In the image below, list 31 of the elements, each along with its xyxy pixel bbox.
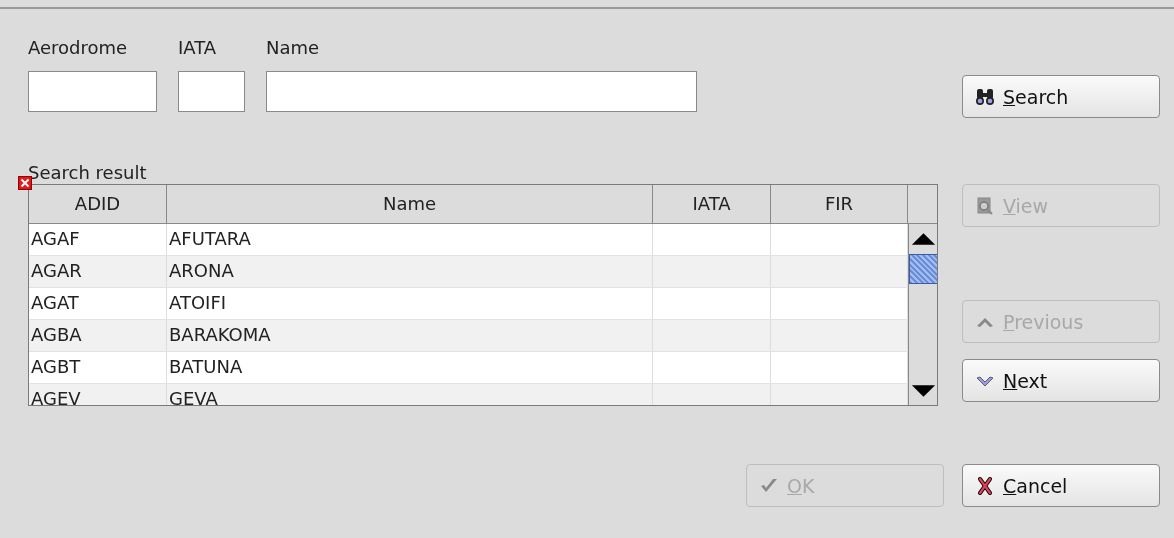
table-cell: BATUNA: [169, 356, 243, 377]
section-label: Search result: [28, 162, 148, 184]
table-cell: ATOIFI: [169, 292, 227, 313]
table-cell: AGAF: [31, 228, 80, 249]
table-cell: ARONA: [169, 260, 234, 281]
input-field[interactable]: [266, 71, 697, 112]
binoculars-icon: [975, 86, 995, 107]
cross-icon: [975, 475, 995, 496]
input-field[interactable]: [178, 71, 245, 112]
table-cell: AGBT: [31, 356, 81, 377]
table-cell: AFUTARA: [169, 228, 251, 249]
scrollbar[interactable]: [908, 224, 937, 405]
column-header[interactable]: Name: [167, 185, 653, 223]
magnifier-page-icon: [975, 195, 995, 216]
column-header[interactable]: FIR: [771, 185, 908, 223]
table-cell: AGAT: [31, 292, 79, 313]
field-label: Name: [266, 37, 321, 59]
side-button[interactable]: Next: [962, 359, 1160, 402]
scroll-thumb[interactable]: [909, 254, 937, 284]
input-field[interactable]: [28, 71, 157, 112]
table-cell: AGEV: [31, 388, 81, 405]
field-label: IATA: [178, 37, 218, 59]
cancel-button[interactable]: Cancel: [962, 464, 1160, 507]
column-header[interactable]: ADID: [29, 185, 167, 223]
table-cell: AGAR: [31, 260, 82, 281]
table-cell: BARAKOMA: [169, 324, 271, 345]
table-cell: AGBA: [31, 324, 82, 345]
field-label: Aerodrome: [28, 37, 129, 59]
column-header[interactable]: IATA: [653, 185, 771, 223]
search-button[interactable]: Search: [962, 75, 1160, 118]
table-cell: GEVA: [169, 388, 218, 405]
